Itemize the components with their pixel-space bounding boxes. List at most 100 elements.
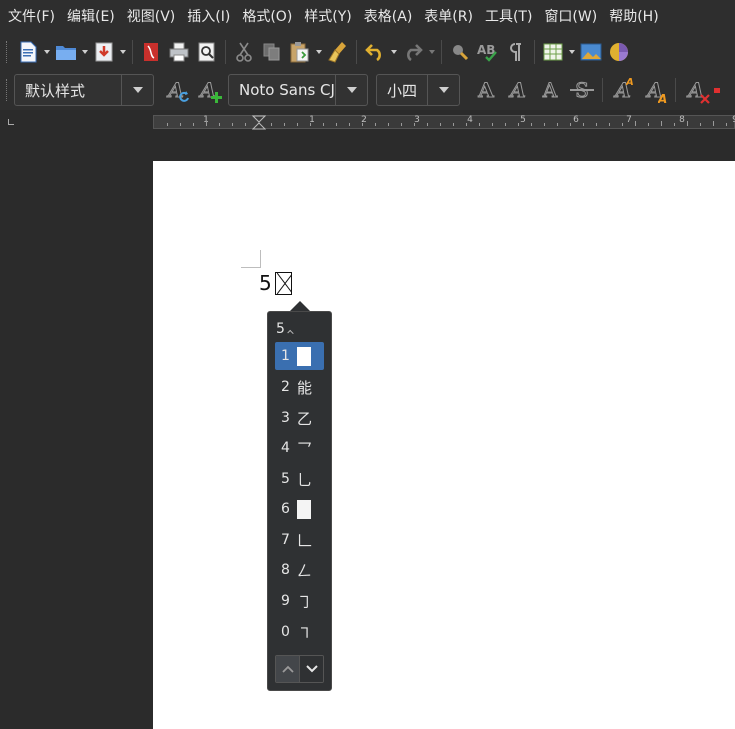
ruler-number: 8 — [679, 115, 685, 125]
clone-formatting-icon[interactable] — [324, 38, 352, 66]
save-dropdown-arrow[interactable] — [118, 38, 128, 66]
candidate-number: 8 — [281, 562, 290, 578]
chevron-down-icon[interactable] — [121, 75, 153, 105]
candidate-glyph: 乛 — [297, 439, 313, 458]
insert-chart-icon[interactable] — [605, 38, 633, 66]
candidate-9[interactable]: 9 ㇆ — [275, 587, 324, 615]
print-icon[interactable] — [165, 38, 193, 66]
toolbar-separator — [602, 78, 603, 102]
ime-popup-pointer — [290, 301, 310, 311]
menu-table[interactable]: 表格(A) — [358, 0, 419, 34]
undo-icon[interactable] — [361, 38, 389, 66]
candidate-2[interactable]: 2 能 — [275, 373, 324, 401]
print-preview-icon[interactable] — [193, 38, 221, 66]
bold-icon[interactable]: A — [470, 74, 502, 106]
underline-icon[interactable]: A — [534, 74, 566, 106]
insert-table-icon[interactable] — [539, 38, 567, 66]
save-icon[interactable] — [90, 38, 118, 66]
copy-icon[interactable] — [258, 38, 286, 66]
menu-view[interactable]: 视图(V) — [121, 0, 182, 34]
typed-digit: 5 — [259, 271, 272, 295]
tab-stop-selector[interactable] — [8, 119, 14, 125]
menu-help[interactable]: 帮助(H) — [603, 0, 664, 34]
new-style-icon[interactable]: A — [192, 74, 224, 106]
formatting-marks-icon[interactable] — [502, 38, 530, 66]
ruler-tick — [544, 123, 545, 126]
open-folder-icon[interactable] — [52, 38, 80, 66]
menu-tools[interactable]: 工具(T) — [479, 0, 538, 34]
ruler-tick — [518, 123, 519, 126]
paste-dropdown-arrow[interactable] — [314, 38, 324, 66]
ruler-tick — [557, 123, 558, 126]
undo-dropdown-arrow[interactable] — [389, 38, 399, 66]
candidate-5[interactable]: 5 乚 — [275, 465, 324, 493]
next-page-button[interactable] — [300, 656, 323, 682]
candidate-6[interactable]: 6 — [275, 495, 324, 523]
font-name-value[interactable]: Noto Sans CJ — [229, 81, 335, 99]
candidate-1[interactable]: 1 — [275, 342, 324, 370]
strikethrough-icon[interactable]: S — [566, 74, 598, 106]
new-dropdown-arrow[interactable] — [42, 38, 52, 66]
ruler-tick — [726, 123, 727, 126]
ime-preedit-text: 5 — [276, 321, 285, 337]
paragraph-style-value[interactable]: 默认样式 — [15, 80, 121, 101]
shrink-font-icon[interactable]: A A — [639, 74, 671, 106]
font-size-combo[interactable]: 小四 — [376, 74, 460, 106]
table-dropdown-arrow[interactable] — [567, 38, 577, 66]
previous-page-button[interactable] — [276, 656, 300, 682]
candidate-3[interactable]: 3 乙 — [275, 404, 324, 432]
font-color-swatch[interactable] — [714, 87, 720, 93]
toolbar-grip[interactable] — [6, 79, 10, 101]
menu-window[interactable]: 窗口(W) — [538, 0, 603, 34]
candidate-number: 3 — [281, 410, 290, 426]
find-replace-icon[interactable] — [446, 38, 474, 66]
toolbar-separator — [675, 78, 676, 102]
spelling-icon[interactable]: AB — [474, 38, 502, 66]
paste-icon[interactable] — [286, 38, 314, 66]
ime-candidate-popup: 5 1 2 能 3 乙 4 乛 5 乚 6 7 𠃊 8 𠃋 9 ㇆ 0 ㇕ — [267, 311, 332, 691]
chevron-down-icon[interactable] — [427, 75, 459, 105]
chevron-down-icon[interactable] — [335, 75, 367, 105]
new-document-icon[interactable] — [14, 38, 42, 66]
candidate-glyph: 乙 — [297, 409, 313, 428]
menu-file[interactable]: 文件(F) — [2, 0, 61, 34]
open-dropdown-arrow[interactable] — [80, 38, 90, 66]
indent-marker-icon[interactable] — [252, 115, 266, 130]
export-pdf-icon[interactable] — [137, 38, 165, 66]
ruler-tick — [674, 123, 675, 126]
italic-icon[interactable]: A — [502, 74, 534, 106]
grow-font-icon[interactable]: A A — [607, 74, 639, 106]
candidate-8[interactable]: 8 𠃋 — [275, 556, 324, 584]
redo-icon[interactable] — [399, 38, 427, 66]
toolbar-separator — [356, 40, 357, 64]
ruler-tick — [362, 123, 363, 126]
clear-formatting-icon[interactable]: A — [680, 74, 712, 106]
horizontal-ruler[interactable]: 1123456789 — [153, 115, 735, 130]
insert-image-icon[interactable] — [577, 38, 605, 66]
menu-form[interactable]: 表单(R) — [418, 0, 479, 34]
chevron-up-icon — [281, 665, 294, 673]
candidate-10[interactable]: 0 ㇕ — [275, 618, 324, 646]
ruler-tick — [232, 123, 233, 126]
font-size-value[interactable]: 小四 — [377, 80, 427, 101]
toolbar-separator — [132, 40, 133, 64]
font-name-combo[interactable]: Noto Sans CJ — [228, 74, 368, 106]
menu-format[interactable]: 格式(O) — [236, 0, 298, 34]
ruler-tick — [700, 123, 701, 126]
candidate-7[interactable]: 7 𠃊 — [275, 526, 324, 554]
paragraph-style-combo[interactable]: 默认样式 — [14, 74, 154, 106]
candidate-4[interactable]: 4 乛 — [275, 434, 324, 462]
menu-styles[interactable]: 样式(Y) — [298, 0, 357, 34]
typed-text[interactable]: 5 — [259, 271, 292, 295]
menu-insert[interactable]: 插入(I) — [181, 0, 236, 34]
menu-edit[interactable]: 编辑(E) — [61, 0, 121, 34]
ruler-tick — [661, 121, 662, 126]
cut-icon[interactable] — [230, 38, 258, 66]
update-style-icon[interactable]: A — [160, 74, 192, 106]
document-page[interactable]: 5 — [153, 161, 735, 729]
candidate-number: 7 — [281, 532, 290, 548]
toolbar-separator — [534, 40, 535, 64]
ruler-number: 4 — [467, 115, 473, 125]
redo-dropdown-arrow[interactable] — [427, 38, 437, 66]
toolbar-grip[interactable] — [6, 41, 10, 63]
